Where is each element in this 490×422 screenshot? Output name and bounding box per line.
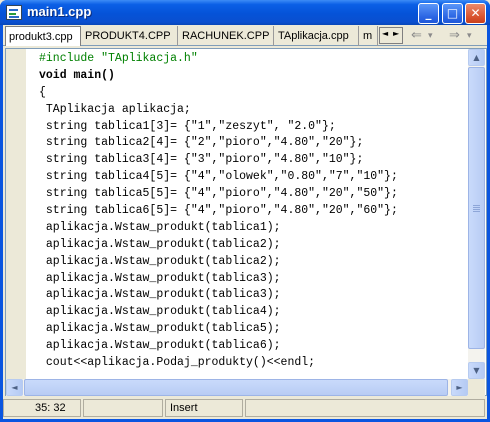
client-area: produkt3.cpp PRODUKT4.CPP RACHUNEK.CPP T… xyxy=(3,25,487,419)
code-line[interactable]: aplikacja.Wstaw_produkt(tablica2); xyxy=(39,237,464,254)
back-arrow-icon[interactable]: ⇐ xyxy=(411,28,422,43)
code-line[interactable]: aplikacja.Wstaw_produkt(tablica3); xyxy=(39,287,464,304)
code-line[interactable]: string tablica6[5]= {"4","pioro","4.80",… xyxy=(39,203,464,220)
scroll-left-icon[interactable]: ◄ xyxy=(6,379,23,396)
code-line[interactable]: TAplikacja aplikacja; xyxy=(39,102,464,119)
vertical-scrollbar[interactable]: ▲ ▼ xyxy=(468,49,485,379)
code-line[interactable]: aplikacja.Wstaw_produkt(tablica2); xyxy=(39,254,464,271)
horizontal-scrollbar[interactable]: ◄ ► xyxy=(6,379,468,396)
tab-scroll-left-icon[interactable]: ◄ xyxy=(382,29,388,38)
back-menu-icon[interactable]: ▾ xyxy=(428,31,433,41)
forward-menu-icon[interactable]: ▾ xyxy=(467,31,472,41)
tab-produkt4[interactable]: PRODUKT4.CPP xyxy=(82,26,178,46)
code-line[interactable]: string tablica3[4]= {"3","pioro","4.80",… xyxy=(39,152,464,169)
close-icon[interactable]: ✕ xyxy=(465,3,486,24)
code-line[interactable]: aplikacja.Wstaw_produkt(tablica1); xyxy=(39,220,464,237)
code-line[interactable]: aplikacja.Wstaw_produkt(tablica4); xyxy=(39,304,464,321)
insert-mode: Insert xyxy=(165,399,243,417)
tab-produkt3[interactable]: produkt3.cpp xyxy=(5,26,81,46)
tab-main1[interactable]: m xyxy=(360,26,378,46)
forward-arrow-icon[interactable]: ⇒ xyxy=(449,28,460,43)
code-line[interactable]: aplikacja.Wstaw_produkt(tablica6); xyxy=(39,338,464,355)
horizontal-scroll-thumb[interactable] xyxy=(24,379,448,396)
code-editor[interactable]: #include "TAplikacja.h" void main(){ TApl… xyxy=(5,48,487,396)
code-line[interactable]: cout<<aplikacja.Podaj_produkty()<<endl; xyxy=(39,355,464,372)
file-tab-bar: produkt3.cpp PRODUKT4.CPP RACHUNEK.CPP T… xyxy=(3,25,487,46)
code-line[interactable]: aplikacja.Wstaw_produkt(tablica5); xyxy=(39,321,464,338)
code-line[interactable]: void main() xyxy=(39,68,464,85)
window-title: main1.cpp xyxy=(27,4,92,19)
cursor-position: 35: 32 xyxy=(3,399,81,417)
app-icon xyxy=(6,5,22,20)
scroll-right-icon[interactable]: ► xyxy=(451,379,468,396)
scroll-down-icon[interactable]: ▼ xyxy=(468,362,485,379)
code-line[interactable]: string tablica1[3]= {"1","zeszyt", "2.0"… xyxy=(39,119,464,136)
title-bar[interactable]: main1.cpp _ □ ✕ xyxy=(0,0,490,25)
code-line[interactable]: string tablica5[5]= {"4","pioro","4.80",… xyxy=(39,186,464,203)
status-bar: 35: 32 Insert xyxy=(3,397,487,418)
tab-scroll-right-icon[interactable]: ► xyxy=(393,29,399,38)
code-line[interactable]: aplikacja.Wstaw_produkt(tablica3); xyxy=(39,271,464,288)
maximize-icon[interactable]: □ xyxy=(442,3,463,24)
code-line[interactable]: string tablica2[4]= {"2","pioro","4.80",… xyxy=(39,135,464,152)
tab-scroll-buttons: ◄ ► xyxy=(379,27,403,44)
modified-indicator xyxy=(83,399,163,417)
tab-taplikacja[interactable]: TAplikacja.cpp xyxy=(275,26,359,46)
code-line[interactable]: #include "TAplikacja.h" xyxy=(39,51,464,68)
tab-rachunek[interactable]: RACHUNEK.CPP xyxy=(179,26,274,46)
code-line[interactable]: { xyxy=(39,85,464,102)
minimize-icon[interactable]: _ xyxy=(418,3,439,24)
vertical-scroll-thumb[interactable] xyxy=(468,67,485,349)
code-area[interactable]: #include "TAplikacja.h" void main(){ TApl… xyxy=(39,51,464,379)
status-message xyxy=(245,399,485,417)
scroll-corner xyxy=(468,379,485,396)
editor-gutter xyxy=(6,49,26,379)
code-line[interactable]: string tablica4[5]= {"4","olowek","0.80"… xyxy=(39,169,464,186)
editor-window: main1.cpp _ □ ✕ produkt3.cpp PRODUKT4.CP… xyxy=(0,0,490,422)
scroll-up-icon[interactable]: ▲ xyxy=(468,49,485,66)
